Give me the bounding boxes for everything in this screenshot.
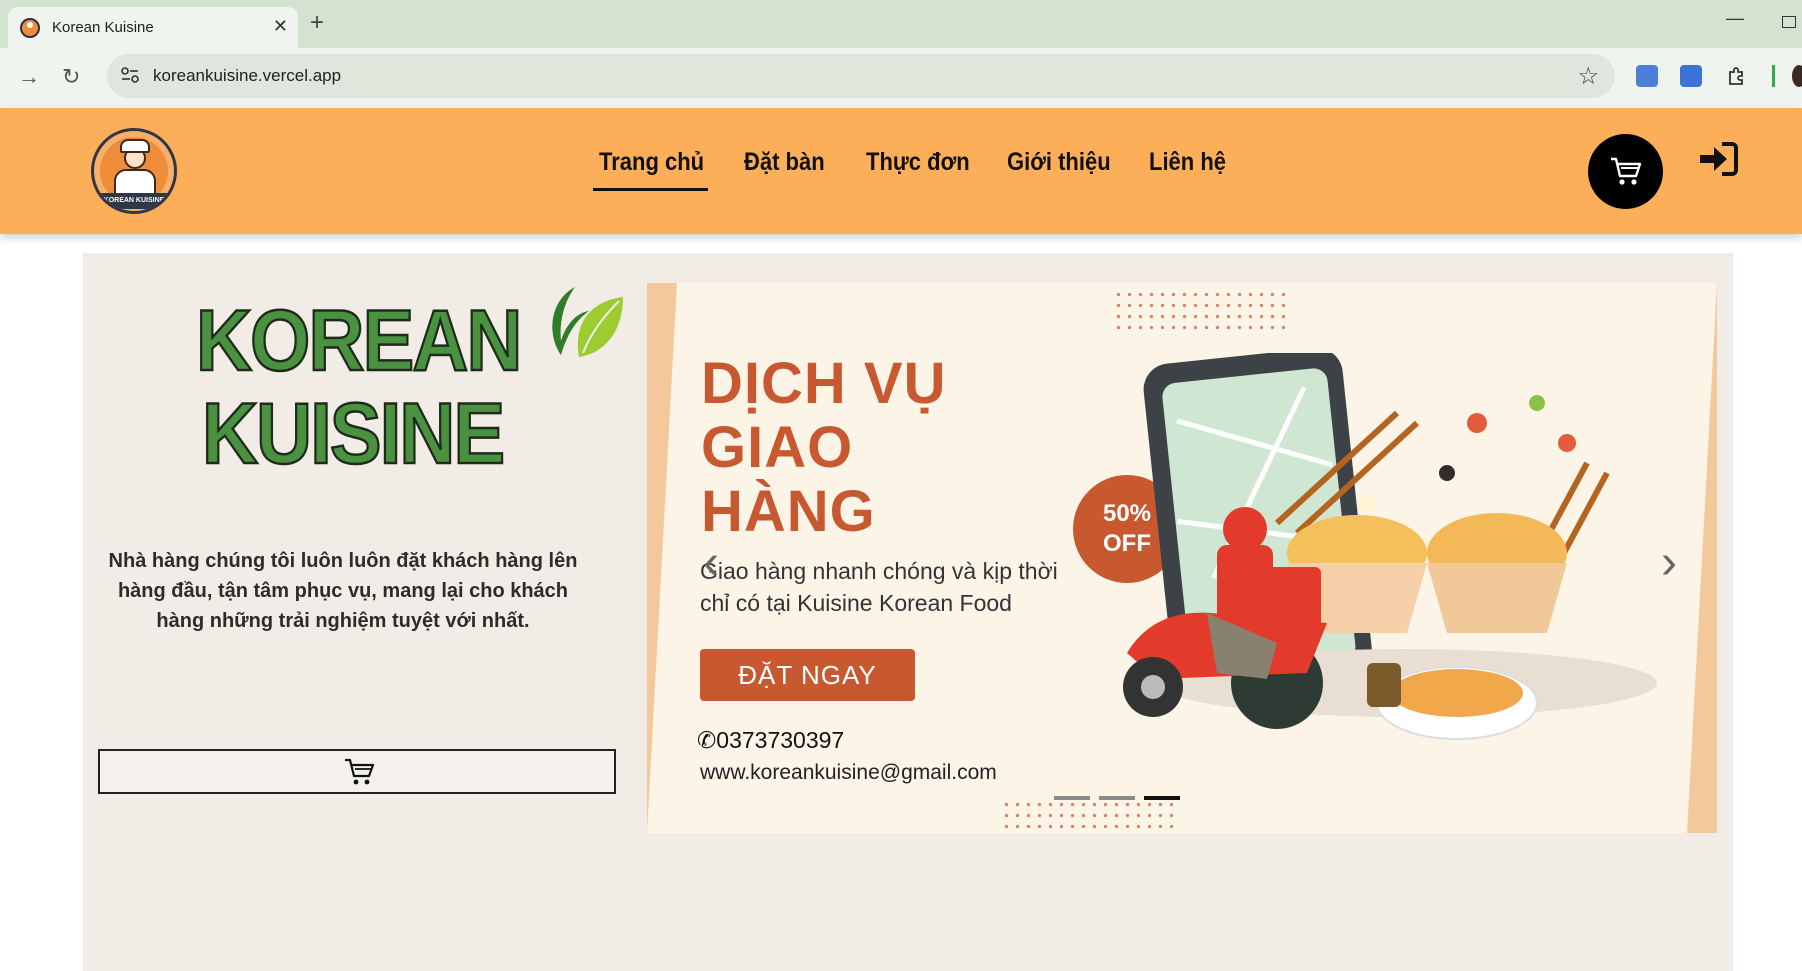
cart-icon bbox=[1611, 157, 1642, 185]
tab-title: Korean Kuisine bbox=[52, 19, 154, 36]
phone-number: 0373730397 bbox=[716, 727, 845, 753]
carousel-indicator-1[interactable] bbox=[1054, 796, 1090, 800]
restaurant-logo[interactable]: KOREAN KUISINE bbox=[91, 128, 177, 214]
nav-reservation[interactable]: Đặt bàn bbox=[744, 148, 825, 177]
url-text: koreankuisine.vercel.app bbox=[153, 66, 342, 85]
site-header: KOREAN KUISINE Trang chủ Đặt bàn Thực đơ… bbox=[0, 108, 1802, 234]
banner-subtitle-line1: Giao hàng nhanh chóng và kịp thời bbox=[700, 558, 1058, 584]
logo-text: KOREAN KUISINE bbox=[94, 193, 174, 209]
extensions-puzzle-icon[interactable] bbox=[1726, 65, 1748, 87]
nav-menu[interactable]: Thực đơn bbox=[866, 148, 970, 177]
minimize-icon[interactable]: — bbox=[1726, 8, 1744, 29]
maximize-icon[interactable] bbox=[1782, 16, 1796, 28]
site-settings-icon[interactable] bbox=[121, 67, 139, 83]
new-tab-icon[interactable]: + bbox=[310, 9, 324, 37]
banner-email: www.koreankuisine@gmail.com bbox=[700, 761, 997, 784]
nav-about[interactable]: Giới thiệu bbox=[1007, 148, 1111, 177]
order-now-button[interactable]: ĐẶT NGAY bbox=[700, 649, 915, 701]
hero-section: KOREAN KUISINE Nhà hàng chúng tôi luôn l… bbox=[83, 253, 1733, 971]
promo-carousel[interactable]: DỊCH VỤ GIAO HÀNG Giao hàng nhanh chóng … bbox=[647, 283, 1717, 833]
banner-heading-line1: DỊCH VỤ bbox=[701, 351, 947, 416]
carousel-indicator-3[interactable] bbox=[1144, 796, 1180, 800]
banner-heading-line2: GIAO bbox=[701, 415, 854, 480]
extension-translate-page-icon[interactable] bbox=[1636, 65, 1658, 87]
forward-icon[interactable]: → bbox=[18, 64, 40, 90]
carousel-indicator-2[interactable] bbox=[1099, 796, 1135, 800]
profile-avatar[interactable] bbox=[1792, 65, 1802, 87]
nav-contact[interactable]: Liên hệ bbox=[1149, 148, 1226, 177]
order-cart-button[interactable] bbox=[98, 749, 616, 794]
banner-subtitle-line2: chỉ có tại Kuisine Korean Food bbox=[700, 590, 1012, 616]
nav-active-underline bbox=[593, 188, 708, 191]
cart-button[interactable] bbox=[1588, 134, 1663, 209]
favicon-icon bbox=[20, 17, 40, 38]
banner-phone: ✆0373730397 bbox=[697, 727, 844, 754]
carousel-prev-arrow[interactable]: ‹ bbox=[703, 539, 719, 587]
google-translate-icon[interactable] bbox=[1680, 65, 1702, 87]
carousel-next-arrow[interactable]: › bbox=[1661, 539, 1677, 587]
toolbar-divider bbox=[1772, 65, 1775, 87]
login-icon[interactable] bbox=[1698, 142, 1738, 176]
chef-hat bbox=[120, 139, 150, 153]
phone-icon: ✆ bbox=[697, 727, 717, 753]
nav-home[interactable]: Trang chủ bbox=[599, 148, 704, 177]
browser-tab[interactable]: Korean Kuisine ✕ bbox=[8, 7, 298, 48]
delivery-illustration bbox=[1123, 353, 1657, 740]
browser-toolbar: → ↻ koreankuisine.vercel.app ☆ bbox=[0, 48, 1802, 108]
bookmark-star-icon[interactable]: ☆ bbox=[1577, 62, 1599, 91]
hero-title-line2: KUISINE bbox=[201, 386, 506, 482]
address-bar[interactable]: koreankuisine.vercel.app ☆ bbox=[107, 54, 1615, 98]
close-tab-icon[interactable]: ✕ bbox=[273, 16, 288, 36]
hero-description: Nhà hàng chúng tôi luôn luôn đặt khách h… bbox=[108, 550, 578, 632]
leaf-icon bbox=[552, 287, 623, 357]
dot-pattern-bottom bbox=[1001, 799, 1177, 833]
hero-title-line1: KOREAN bbox=[195, 293, 524, 389]
cart-icon bbox=[345, 758, 375, 785]
banner-heading-line3: HÀNG bbox=[701, 479, 876, 544]
reload-icon[interactable]: ↻ bbox=[62, 64, 80, 90]
dot-pattern-top bbox=[1113, 289, 1289, 333]
browser-tab-bar: Korean Kuisine ✕ + — bbox=[0, 0, 1802, 48]
banner-stripe-left bbox=[647, 283, 677, 833]
